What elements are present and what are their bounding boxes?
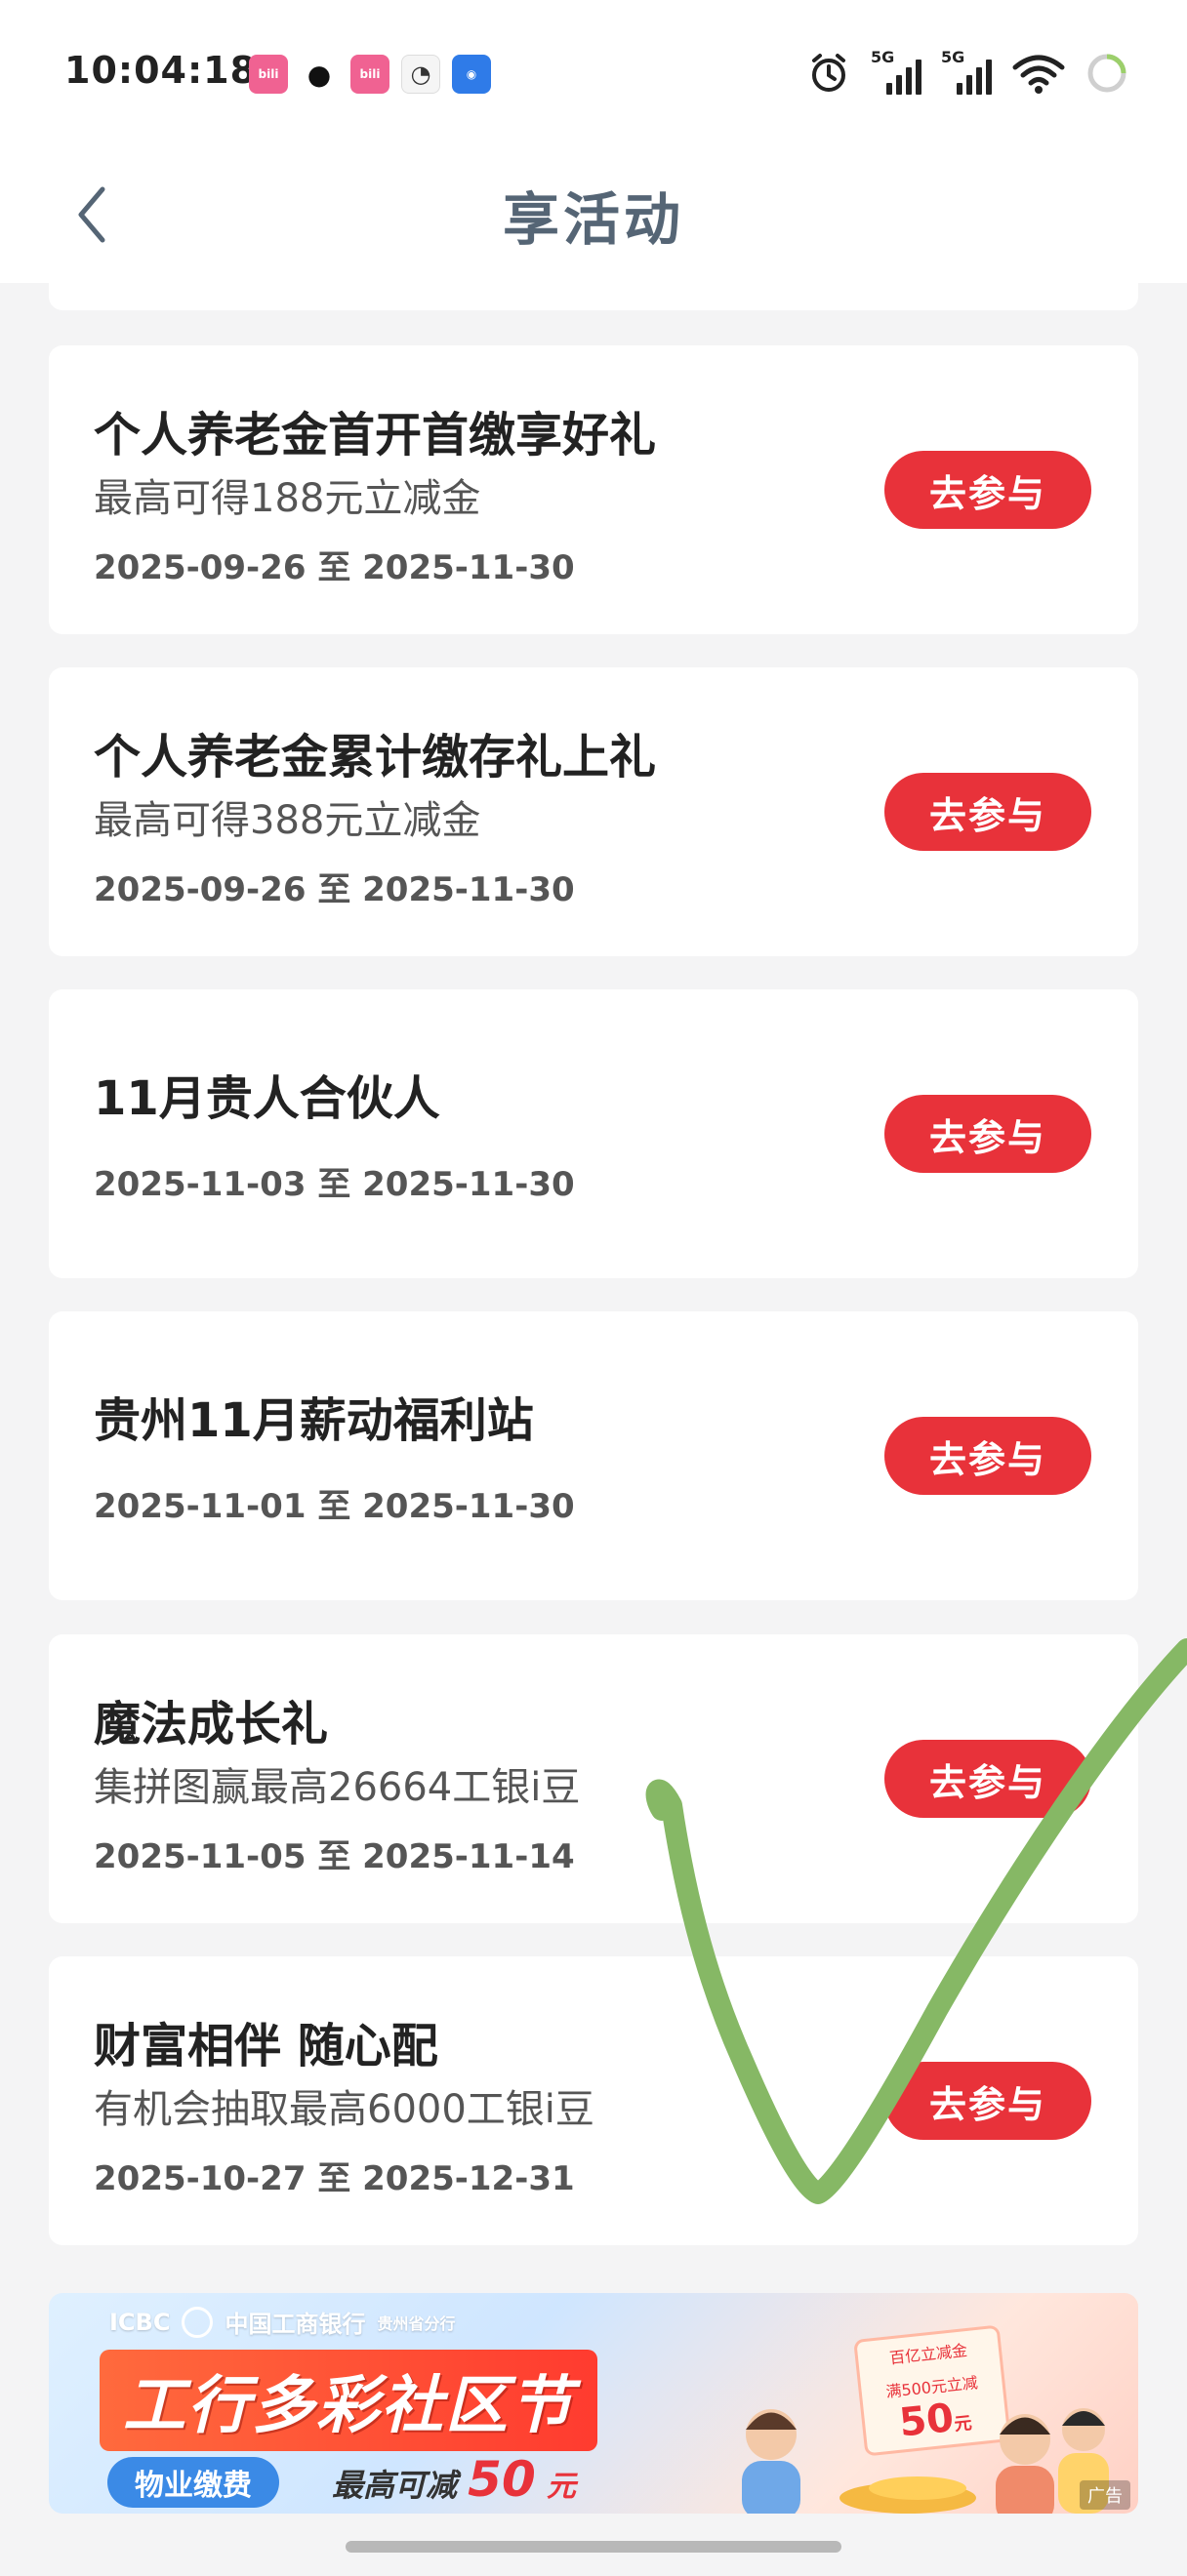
cellular-signal-icon: 5G [941, 48, 992, 95]
activity-date: 2025-10-27 至 2025-12-31 [94, 2159, 575, 2198]
back-button[interactable] [59, 176, 127, 254]
status-bar: 10:04:18 bili ● bili ◔ ◉ 5G 5G [0, 0, 1187, 146]
activity-date: 2025-11-03 至 2025-11-30 [94, 1165, 575, 1204]
activity-title: 贵州11月薪动福利站 [94, 1393, 534, 1448]
activity-title: 个人养老金首开首缴享好礼 [94, 408, 657, 463]
activity-card: 个人养老金首开首缴享好礼 最高可得188元立减金 2025-09-26 至 20… [49, 345, 1138, 634]
activity-card: 11月贵人合伙人 2025-11-03 至 2025-11-30 去参与 [49, 989, 1138, 1278]
join-button[interactable]: 去参与 [884, 1095, 1091, 1173]
activity-date: 2025-11-05 至 2025-11-14 [94, 1837, 575, 1876]
activity-subtitle: 最高可得388元立减金 [94, 798, 481, 843]
activity-subtitle: 最高可得188元立减金 [94, 476, 481, 521]
activity-date: 2025-09-26 至 2025-11-30 [94, 548, 575, 587]
activity-card: 贵州11月薪动福利站 2025-11-01 至 2025-11-30 去参与 [49, 1311, 1138, 1600]
bank-name: 中国工商银行 [225, 2311, 366, 2338]
page-title: 享活动 [502, 186, 684, 253]
activity-title: 财富相伴 随心配 [94, 2019, 438, 2073]
activity-title: 11月贵人合伙人 [94, 1071, 440, 1126]
qq-penguin-icon: ● [300, 55, 339, 94]
activity-subtitle: 有机会抽取最高6000工银i豆 [94, 2087, 594, 2132]
icbc-emblem-icon [182, 2306, 214, 2338]
offer-amount: 50 [468, 2451, 536, 2508]
activity-title: 个人养老金累计缴存礼上礼 [94, 730, 657, 785]
activity-card-partial [49, 283, 1138, 310]
banner-pill: 物业缴费 [107, 2457, 279, 2508]
status-time: 10:04:18 [64, 49, 258, 92]
cellular-signal-icon: 5G [871, 48, 921, 95]
activity-date: 2025-09-26 至 2025-11-30 [94, 870, 575, 909]
coupon-head: 百亿立减金 [888, 2341, 968, 2368]
offer-prefix: 最高可减 [332, 2467, 458, 2504]
promo-banner[interactable]: ICBC 中国工商银行 贵州省分行 工行多彩社区节 物业缴费 最高可减 50 元… [49, 2293, 1138, 2514]
activity-card: 财富相伴 随心配 有机会抽取最高6000工银i豆 2025-10-27 至 20… [49, 1956, 1138, 2245]
home-indicator[interactable] [346, 2541, 841, 2553]
battery-ring-icon [1087, 54, 1126, 93]
icbc-logo-text: ICBC [109, 2308, 171, 2336]
activity-subtitle: 集拼图赢最高26664工银i豆 [94, 1765, 581, 1810]
bank-branch: 贵州省分行 [377, 2314, 456, 2333]
join-button[interactable]: 去参与 [884, 451, 1091, 529]
join-button[interactable]: 去参与 [884, 2062, 1091, 2140]
system-icons: 5G 5G [806, 48, 1128, 96]
activity-title: 魔法成长礼 [94, 1697, 329, 1751]
join-button[interactable]: 去参与 [884, 1417, 1091, 1495]
chevron-left-icon [78, 186, 105, 243]
banner-offer: 最高可减 50 元 [332, 2451, 576, 2508]
timer-icon: ◔ [401, 55, 440, 94]
offer-unit: 元 [546, 2470, 576, 2504]
activity-card: 个人养老金累计缴存礼上礼 最高可得388元立减金 2025-09-26 至 20… [49, 667, 1138, 956]
alarm-icon [812, 54, 845, 92]
join-button[interactable]: 去参与 [884, 773, 1091, 851]
join-button[interactable]: 去参与 [884, 1740, 1091, 1818]
activity-date: 2025-11-01 至 2025-11-30 [94, 1487, 575, 1526]
people-illustration-icon [742, 2408, 1109, 2514]
bilibili-icon: bili [350, 55, 389, 94]
wifi-icon [1012, 55, 1065, 94]
ad-tag: 广告 [1080, 2480, 1130, 2510]
bank-logo: ICBC 中国工商银行 贵州省分行 [109, 2305, 455, 2339]
bilibili-icon: bili [249, 55, 288, 94]
app-notification-icon: ◉ [452, 55, 491, 94]
activity-card: 魔法成长礼 集拼图赢最高26664工银i豆 2025-11-05 至 2025-… [49, 1634, 1138, 1923]
header: 享活动 [0, 146, 1187, 283]
banner-headline: 工行多彩社区节 [100, 2350, 597, 2451]
notification-icons: bili ● bili ◔ ◉ [249, 55, 491, 94]
